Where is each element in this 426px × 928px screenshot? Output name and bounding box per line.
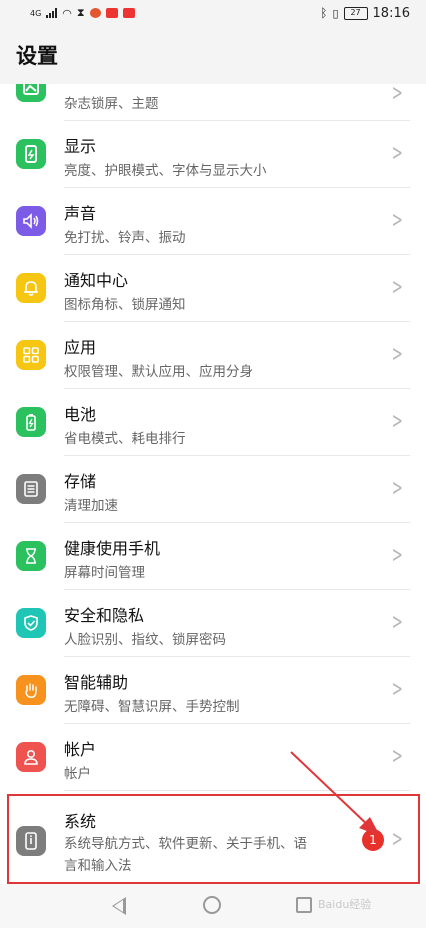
hourglass-status-icon: ⧗ bbox=[76, 6, 85, 19]
settings-item-subtitle: 清理加速 bbox=[64, 498, 118, 514]
settings-item-subtitle: 帐户 bbox=[64, 766, 91, 782]
chevron-right-icon: > bbox=[391, 208, 403, 233]
settings-item-battery[interactable]: 电池 省电模式、耗电排行 > bbox=[0, 389, 426, 456]
watermark: Baidu经验 bbox=[318, 898, 372, 911]
bluetooth-icon: ᛒ bbox=[320, 6, 328, 20]
chevron-right-icon: > bbox=[391, 84, 403, 106]
chevron-right-icon: > bbox=[391, 543, 403, 568]
settings-item-title: 电池 bbox=[64, 405, 97, 424]
page-title: 设置 bbox=[16, 44, 58, 68]
app-notification-icon-2 bbox=[105, 8, 118, 18]
status-left: 4G ◠ ⧗ bbox=[30, 6, 135, 20]
chevron-right-icon: > bbox=[391, 610, 403, 635]
app-notification-icon-3 bbox=[122, 8, 135, 18]
signal-icon bbox=[46, 8, 58, 18]
battery-status-icon: 27 bbox=[343, 6, 368, 20]
settings-item-subtitle: 亮度、护眼模式、字体与显示大小 bbox=[64, 163, 267, 179]
app-notification-icon bbox=[89, 8, 101, 18]
status-bar: 4G ◠ ⧗ ᛒ ▯ 27 18:16 bbox=[0, 0, 426, 26]
settings-item-subtitle: 屏幕时间管理 bbox=[64, 565, 145, 581]
clock: 18:16 bbox=[372, 5, 410, 21]
vibrate-icon: ▯ bbox=[332, 6, 339, 20]
settings-item-title: 声音 bbox=[64, 204, 97, 223]
settings-item-notifications[interactable]: 通知中心 图标角标、锁屏通知 > bbox=[0, 255, 426, 322]
settings-item-subtitle: 无障碍、智慧识屏、手势控制 bbox=[64, 699, 240, 715]
settings-item-display[interactable]: 显示 亮度、护眼模式、字体与显示大小 > bbox=[0, 121, 426, 188]
network-type: 4G bbox=[30, 8, 42, 18]
settings-list: 杂志锁屏、主题 > 显示 亮度、护眼模式、字体与显示大小 > 声音 免打扰、铃声… bbox=[0, 84, 426, 896]
recents-icon[interactable] bbox=[296, 897, 312, 913]
settings-item-title: 通知中心 bbox=[64, 271, 129, 290]
chevron-right-icon: > bbox=[391, 677, 403, 702]
settings-item-title: 显示 bbox=[64, 137, 97, 156]
settings-item-subtitle: 杂志锁屏、主题 bbox=[64, 96, 159, 112]
battery-icon bbox=[16, 407, 46, 437]
settings-item-smart-assistance[interactable]: 智能辅助 无障碍、智慧识屏、手势控制 > bbox=[0, 657, 426, 724]
settings-item-title: 安全和隐私 bbox=[64, 606, 145, 625]
hand-icon bbox=[16, 675, 46, 705]
wifi-icon: ◠ bbox=[62, 6, 72, 20]
settings-item-subtitle: 免打扰、铃声、振动 bbox=[64, 230, 186, 246]
bell-icon bbox=[16, 273, 46, 303]
settings-item-apps[interactable]: 应用 权限管理、默认应用、应用分身 > bbox=[0, 322, 426, 389]
chevron-right-icon: > bbox=[391, 744, 403, 769]
user-icon bbox=[16, 742, 46, 772]
chevron-right-icon: > bbox=[391, 476, 403, 501]
speaker-icon bbox=[16, 206, 46, 236]
settings-item-accounts[interactable]: 帐户 帐户 > bbox=[0, 724, 426, 791]
wallpaper-icon bbox=[16, 84, 46, 102]
storage-icon bbox=[16, 474, 46, 504]
display-icon bbox=[16, 139, 46, 169]
settings-item-theme[interactable]: 杂志锁屏、主题 > bbox=[0, 84, 426, 121]
settings-item-subtitle: 图标角标、锁屏通知 bbox=[64, 297, 186, 313]
chevron-right-icon: > bbox=[391, 141, 403, 166]
settings-item-storage[interactable]: 存储 清理加速 > bbox=[0, 456, 426, 523]
apps-grid-icon bbox=[16, 340, 46, 370]
divider bbox=[64, 790, 410, 791]
shield-icon bbox=[16, 608, 46, 638]
hourglass-icon bbox=[16, 541, 46, 571]
settings-item-digital-balance[interactable]: 健康使用手机 屏幕时间管理 > bbox=[0, 523, 426, 590]
chevron-right-icon: > bbox=[391, 342, 403, 367]
settings-item-title: 帐户 bbox=[64, 740, 97, 759]
settings-item-title: 应用 bbox=[64, 338, 97, 357]
status-right: ᛒ ▯ 27 18:16 bbox=[320, 6, 410, 21]
settings-item-subtitle: 人脸识别、指纹、锁屏密码 bbox=[64, 632, 226, 648]
settings-item-security[interactable]: 安全和隐私 人脸识别、指纹、锁屏密码 > bbox=[0, 590, 426, 657]
settings-item-subtitle: 权限管理、默认应用、应用分身 bbox=[64, 364, 253, 380]
settings-item-title: 智能辅助 bbox=[64, 673, 129, 692]
settings-item-title: 存储 bbox=[64, 472, 97, 491]
highlight-box bbox=[7, 794, 420, 884]
chevron-right-icon: > bbox=[391, 409, 403, 434]
home-icon[interactable] bbox=[203, 896, 221, 914]
settings-item-title: 健康使用手机 bbox=[64, 539, 161, 558]
settings-item-sound[interactable]: 声音 免打扰、铃声、振动 > bbox=[0, 188, 426, 255]
settings-item-subtitle: 省电模式、耗电排行 bbox=[64, 431, 186, 447]
back-icon[interactable] bbox=[112, 897, 126, 915]
chevron-right-icon: > bbox=[391, 275, 403, 300]
